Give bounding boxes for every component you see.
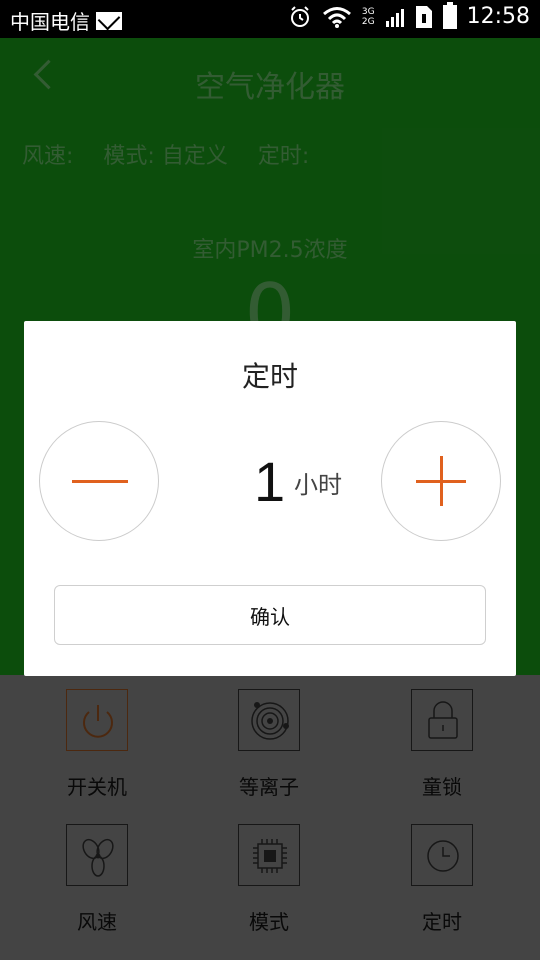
net-3g-label: 3G (361, 6, 375, 17)
timer-dialog: 定时 1 小时 确认 (24, 321, 516, 676)
dialog-title: 定时 (241, 360, 298, 393)
plus-icon-vertical (440, 456, 443, 506)
net-2g-label: 2G (361, 16, 375, 27)
carrier-label: 中国电信 (10, 10, 90, 34)
minus-icon (72, 480, 128, 483)
decrease-button[interactable] (39, 421, 159, 541)
signal-icon (385, 8, 404, 27)
timer-hours-value: 1 (254, 450, 286, 513)
confirm-button[interactable]: 确认 (54, 585, 486, 645)
sim-icon (415, 5, 432, 28)
increase-button[interactable] (381, 421, 501, 541)
clock-time: 12:58 (466, 4, 530, 29)
alarm-icon (290, 5, 309, 27)
status-bar: 中国电信 3G 2G 12:58 (0, 0, 540, 38)
network-type: 3G 2G (362, 7, 375, 27)
timer-unit-label: 小时 (294, 471, 342, 499)
wifi-icon (322, 6, 351, 28)
battery-icon (442, 1, 457, 29)
mail-icon (96, 11, 122, 30)
